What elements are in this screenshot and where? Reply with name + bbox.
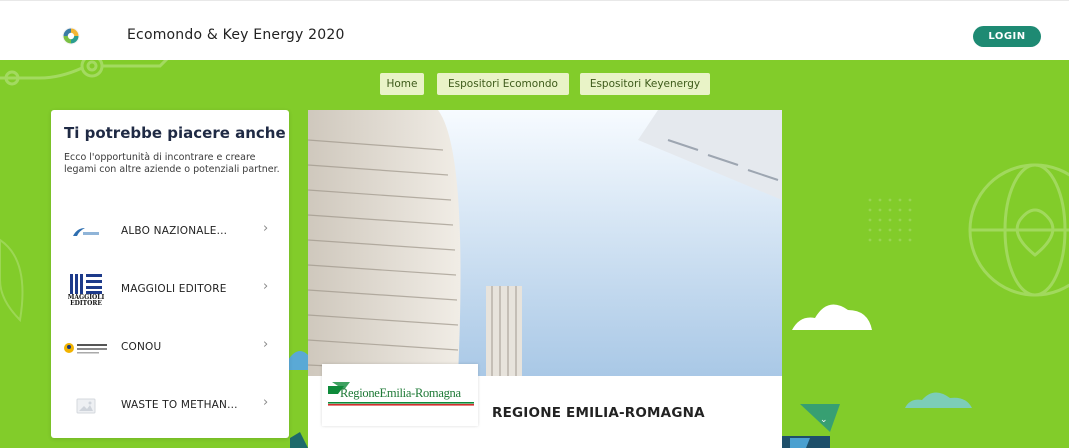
albo-nazionale-logo — [63, 214, 109, 250]
regione-logo-text: RegioneEmilia-Romagna — [340, 386, 461, 400]
maggioli-editore-logo: MAGGIOLI EDITORE — [63, 272, 109, 308]
top-header: Ecomondo & Key Energy 2020 LOGIN — [0, 0, 1069, 60]
maggioli-logo-text: MAGGIOLI EDITORE — [67, 294, 105, 307]
recommendation-item[interactable]: CONOU › — [51, 326, 289, 370]
chevron-right-icon: › — [263, 395, 269, 410]
recommendations-card: Ti potrebbe piacere anche Ecco l'opportu… — [51, 110, 289, 438]
tab-espositori-keyenergy[interactable]: Espositori Keyenergy — [580, 73, 710, 95]
recommendations-description: Ecco l'opportunità di incontrare e crear… — [64, 152, 280, 175]
image-placeholder-icon — [63, 388, 109, 424]
recommendation-name: ALBO NAZIONALE... — [121, 225, 228, 237]
app-title: Ecomondo & Key Energy 2020 — [127, 27, 345, 43]
chevron-right-icon: › — [263, 279, 269, 294]
exhibitor-name: REGIONE EMILIA-ROMAGNA — [492, 405, 705, 421]
exhibitor-cover-photo — [308, 110, 782, 376]
conou-logo — [63, 330, 109, 366]
recommendation-name: CONOU — [121, 341, 162, 353]
recommendation-item[interactable]: MAGGIOLI EDITORE MAGGIOLI EDITORE › — [51, 268, 289, 312]
exhibitor-card[interactable]: RegioneEmilia-Romagna REGIONE EMILIA-ROM… — [308, 110, 782, 448]
chevron-right-icon: › — [263, 221, 269, 236]
recommendation-item[interactable]: WASTE TO METHAN... › — [51, 384, 289, 428]
tab-espositori-ecomondo[interactable]: Espositori Ecomondo — [437, 73, 569, 95]
recommendation-item[interactable]: ALBO NAZIONALE... › — [51, 210, 289, 254]
chevron-right-icon: › — [263, 337, 269, 352]
app-logo-icon[interactable] — [62, 27, 80, 45]
recommendations-title: Ti potrebbe piacere anche — [64, 124, 286, 142]
login-button[interactable]: LOGIN — [973, 26, 1041, 47]
tab-home[interactable]: Home — [380, 73, 424, 95]
recommendation-name: MAGGIOLI EDITORE — [121, 283, 227, 295]
chevron-down-icon[interactable]: ⌄ — [820, 415, 828, 425]
recommendation-name: WASTE TO METHAN... — [121, 399, 238, 411]
regione-emilia-romagna-logo: RegioneEmilia-Romagna — [322, 364, 478, 426]
